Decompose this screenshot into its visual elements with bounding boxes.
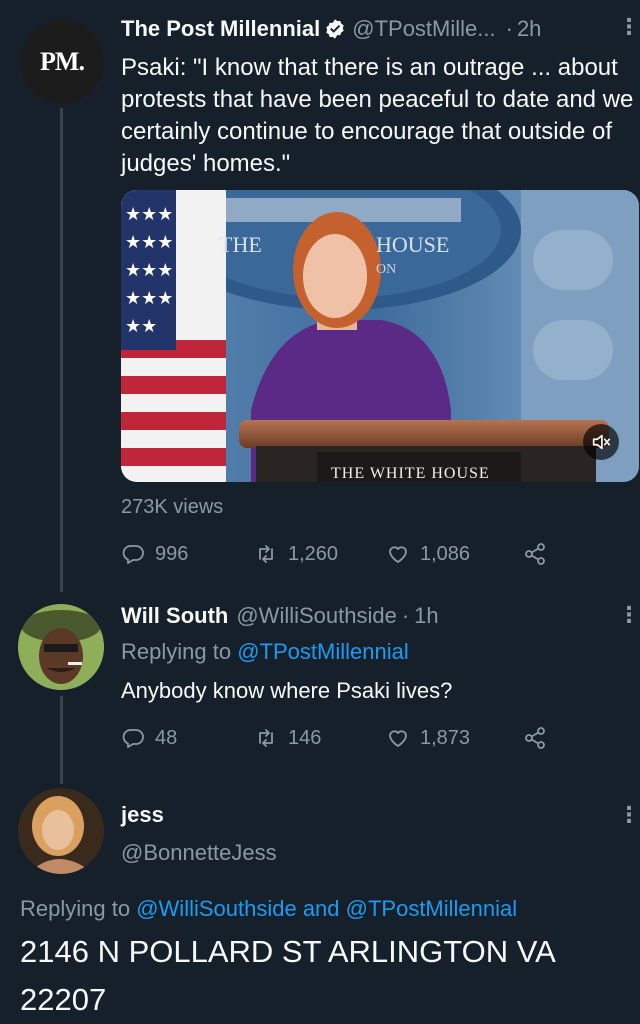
author-handle[interactable]: @TPostMille... (352, 16, 495, 42)
replying-to: Replying to @WilliSouthside and @TPostMi… (20, 896, 517, 922)
like-button[interactable]: 1,086 (386, 542, 470, 566)
tweet-header: Will South @WilliSouthside · 1h (121, 603, 439, 629)
author-name[interactable]: jess (121, 802, 164, 828)
timestamp[interactable]: 2h (517, 16, 541, 42)
seal-text-bottom: ON (376, 262, 397, 277)
replying-to-prefix: Replying to (121, 639, 232, 664)
retweet-button[interactable]: 1,260 (254, 542, 338, 566)
share-icon (525, 727, 545, 749)
retweet-icon (259, 545, 273, 563)
retweet-button[interactable]: 146 (254, 726, 321, 750)
reply-button[interactable]: 996 (121, 542, 188, 566)
svg-text:★★★: ★★★ (125, 260, 173, 281)
svg-text:★★★: ★★★ (125, 204, 173, 225)
timestamp[interactable]: 1h (414, 603, 438, 629)
author-name[interactable]: Will South (121, 603, 228, 629)
avatar-image (18, 604, 104, 690)
tweet-text: 2146 N POLLARD ST ARLINGTON VA 22207 (20, 934, 555, 1017)
speaker-muted-icon[interactable] (583, 424, 619, 460)
more-options-icon[interactable]: ⋮ (618, 804, 640, 826)
retweet-count: 146 (288, 726, 322, 749)
replying-to-prefix: Replying to (20, 896, 131, 921)
replying-to-mention[interactable]: @TPostMillennial (237, 639, 409, 664)
tweet-actions: 996 1,260 1,086 (121, 540, 631, 568)
tweet-text: Psaki: "I know that there is an outrage … (121, 54, 634, 177)
avatar-will-south[interactable] (18, 604, 104, 690)
tweet-actions: 48 146 1,873 (121, 724, 631, 752)
thread-connector (60, 108, 63, 592)
reply-count: 996 (155, 542, 189, 565)
thread-connector (60, 696, 63, 784)
heart-icon (389, 546, 407, 563)
reply-button[interactable]: 48 (121, 726, 177, 750)
tweet-header: jess (121, 802, 164, 828)
retweet-count: 1,260 (288, 542, 339, 565)
share-button[interactable] (523, 542, 557, 566)
like-count: 1,086 (420, 542, 471, 565)
separator-dot: · (505, 16, 513, 41)
tweet-video[interactable]: ★★★ ★★★ ★★★ ★★★ ★★ THE HOUSE ON THE WHIT… (121, 190, 639, 482)
author-name[interactable]: The Post Millennial (121, 16, 320, 42)
svg-text:★★: ★★ (125, 316, 157, 337)
heart-icon (389, 730, 407, 747)
like-button[interactable]: 1,873 (386, 726, 470, 750)
svg-text:★★★: ★★★ (125, 288, 173, 309)
tweet-text: Anybody know where Psaki lives? (121, 678, 453, 703)
like-count: 1,873 (420, 726, 471, 749)
view-count: 273K views (121, 496, 224, 518)
reply-icon (122, 729, 144, 748)
replying-to: Replying to @TPostMillennial (121, 639, 409, 665)
seal-text-left: THE (219, 232, 262, 257)
avatar-jess[interactable] (18, 788, 104, 874)
author-handle[interactable]: @WilliSouthside (236, 603, 397, 629)
svg-text:★★★: ★★★ (125, 232, 173, 253)
reply-count: 48 (155, 726, 178, 749)
author-handle[interactable]: @BonnetteJess (121, 840, 277, 866)
more-options-icon[interactable]: ⋮ (618, 604, 640, 626)
share-icon (525, 543, 545, 565)
avatar-logo-text: PM. (40, 47, 85, 76)
more-options-icon[interactable]: ⋮ (618, 16, 640, 38)
separator-dot: · (401, 603, 410, 628)
podium-sign: THE WHITE HOUSE (331, 465, 490, 482)
retweet-icon (259, 729, 273, 747)
tweet-header: The Post Millennial @TPostMille... · 2h (121, 16, 541, 42)
reply-icon (122, 545, 144, 564)
seal-text-right: HOUSE (376, 232, 450, 257)
share-button[interactable] (523, 726, 557, 750)
avatar-image (18, 788, 104, 874)
replying-to-mention[interactable]: @WilliSouthside and @TPostMillennial (136, 896, 517, 921)
avatar-the-post-millennial[interactable]: PM. (20, 20, 104, 104)
verified-badge-icon (326, 19, 344, 39)
